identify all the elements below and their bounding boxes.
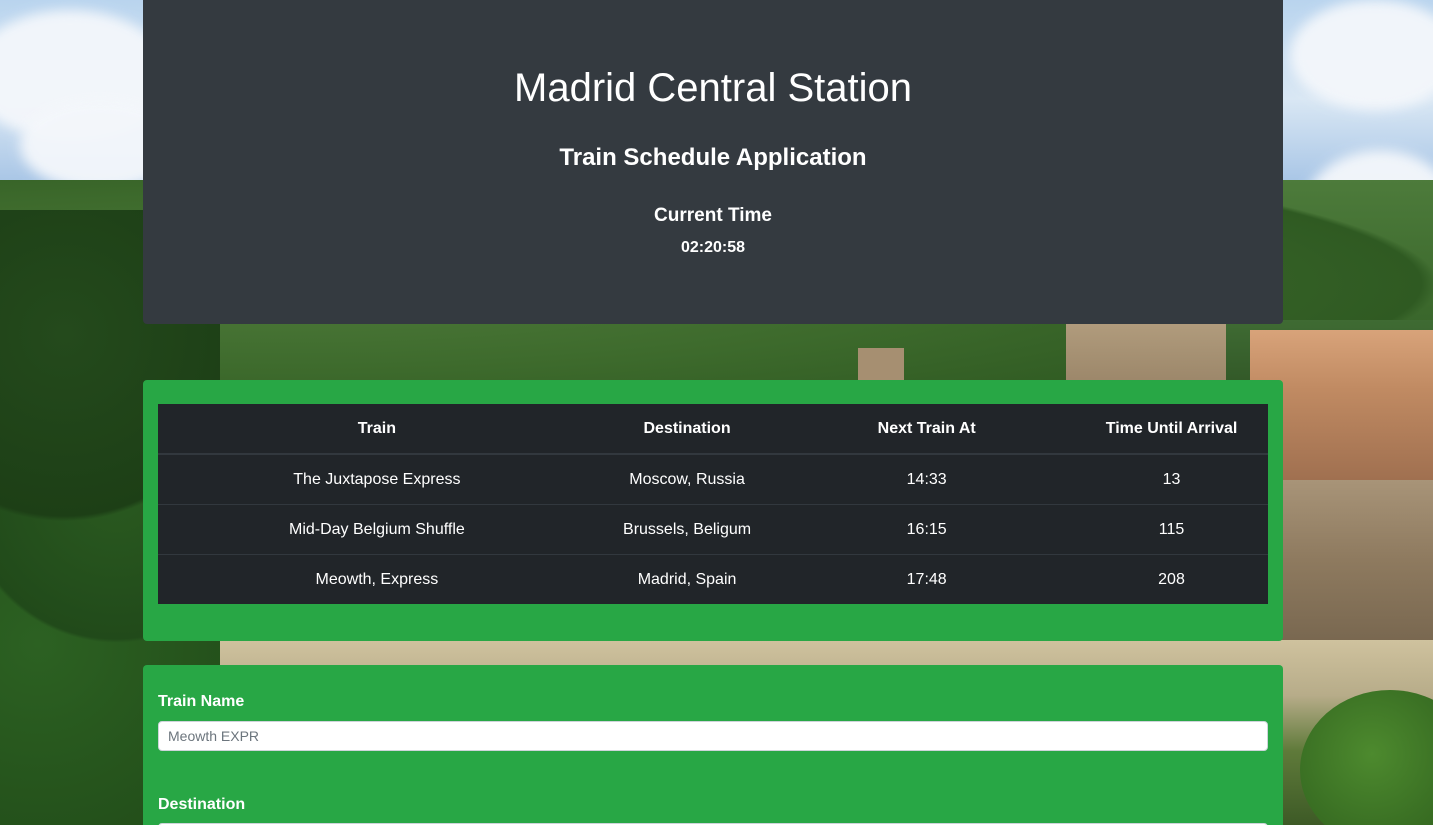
current-time-value: 02:20:58 (680, 239, 746, 256)
table-header-row: Train Destination Next Train At Time Unt… (158, 404, 1268, 455)
table-row: The Juxtapose Express Moscow, Russia 14:… (158, 453, 1268, 505)
page-title: Madrid Central Station (514, 66, 912, 110)
cell-time-until-arrival: 208 (1075, 554, 1268, 604)
cell-train: Mid-Day Belgium Shuffle (158, 504, 596, 555)
cell-destination: Brussels, Beligum (595, 504, 779, 555)
cell-next-train: 14:33 (778, 453, 1076, 505)
train-name-input[interactable] (158, 721, 1268, 751)
header-jumbotron: Madrid Central Station Train Schedule Ap… (143, 0, 1283, 324)
column-header-train: Train (158, 404, 596, 455)
destination-label: Destination (158, 796, 246, 813)
table-row: Mid-Day Belgium Shuffle Brussels, Beligu… (158, 504, 1268, 555)
page-subtitle: Train Schedule Application (559, 144, 867, 171)
column-header-next-train: Next Train At (778, 404, 1076, 455)
schedule-panel: Train Destination Next Train At Time Unt… (143, 380, 1283, 641)
train-name-label: Train Name (158, 693, 245, 710)
cell-next-train: 17:48 (778, 554, 1076, 604)
add-train-form: Train Name Destination (143, 665, 1283, 825)
schedule-table: Train Destination Next Train At Time Unt… (158, 404, 1268, 604)
cell-time-until-arrival: 13 (1075, 453, 1268, 505)
current-time-label: Current Time (654, 205, 772, 226)
column-header-destination: Destination (595, 404, 779, 455)
cell-train: Meowth, Express (158, 554, 596, 604)
cell-destination: Moscow, Russia (595, 453, 779, 505)
cell-train: The Juxtapose Express (158, 453, 596, 505)
cell-next-train: 16:15 (778, 504, 1076, 555)
cell-destination: Madrid, Spain (595, 554, 779, 604)
cell-time-until-arrival: 115 (1075, 504, 1268, 555)
column-header-time-until-arrival: Time Until Arrival (1075, 404, 1268, 455)
table-row: Meowth, Express Madrid, Spain 17:48 208 (158, 554, 1268, 604)
